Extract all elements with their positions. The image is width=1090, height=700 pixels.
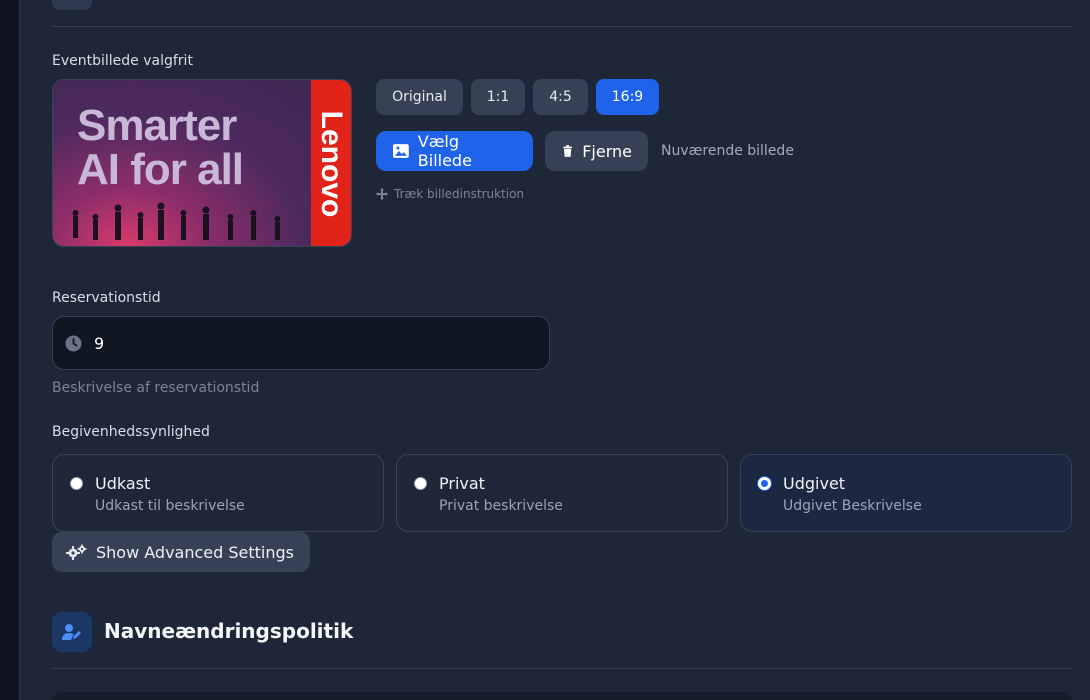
option-description: Udgivet Beskrivelse (783, 498, 922, 514)
option-title: Privat (439, 474, 485, 493)
option-description: Privat beskrivelse (439, 498, 563, 514)
crowd-illustration (72, 202, 281, 240)
move-icon (376, 188, 388, 200)
option-title: Udkast (95, 474, 151, 493)
section-divider (52, 668, 1072, 669)
user-edit-icon (52, 612, 92, 652)
choose-image-button[interactable]: Vælg Billede (376, 131, 533, 171)
section-icon-partial (52, 0, 92, 10)
visibility-option-private[interactable]: Privat Privat beskrivelse (396, 454, 728, 532)
visibility-option-published[interactable]: Udgivet Udgivet Beskrivelse (740, 454, 1072, 532)
reservation-description: Beskrivelse af reservationstid (52, 380, 260, 396)
ratio-1-1-button[interactable]: 1:1 (471, 79, 525, 115)
option-title: Udgivet (783, 474, 846, 493)
reservation-field[interactable] (52, 316, 550, 370)
image-icon (392, 144, 409, 158)
visibility-label: Begivenhedssynlighed (52, 424, 210, 440)
ratio-16-9-button[interactable]: 16:9 (596, 79, 659, 115)
show-advanced-settings-button[interactable]: Show Advanced Settings (52, 532, 310, 572)
image-label: Eventbillede valgfrit (52, 53, 193, 69)
reservation-input[interactable] (94, 333, 514, 353)
clock-icon (65, 335, 82, 351)
brand-banner: Lenovo (311, 80, 351, 246)
next-card-partial (52, 692, 1072, 700)
preview-headline: Smarter AI for all (77, 101, 244, 194)
drag-hint: Træk billedinstruktion (376, 187, 524, 201)
radio-button[interactable] (70, 477, 83, 490)
current-image-text: Nuværende billede (661, 143, 794, 159)
sidebar-edge (0, 0, 20, 700)
trash-icon (563, 145, 573, 157)
gears-icon (66, 544, 87, 560)
name-change-policy-title: Navneændringspolitik (104, 619, 354, 643)
option-description: Udkast til beskrivelse (95, 498, 245, 514)
remove-image-button[interactable]: Fjerne (545, 131, 648, 171)
event-image-preview[interactable]: Smarter AI for all Lenovo (52, 79, 352, 247)
section-divider (52, 26, 1072, 27)
ratio-4-5-button[interactable]: 4:5 (533, 79, 588, 115)
radio-button-selected[interactable] (758, 477, 771, 490)
reservation-label: Reservationstid (52, 290, 161, 306)
radio-button[interactable] (414, 477, 427, 490)
visibility-option-draft[interactable]: Udkast Udkast til beskrivelse (52, 454, 384, 532)
ratio-original-button[interactable]: Original (376, 79, 463, 115)
